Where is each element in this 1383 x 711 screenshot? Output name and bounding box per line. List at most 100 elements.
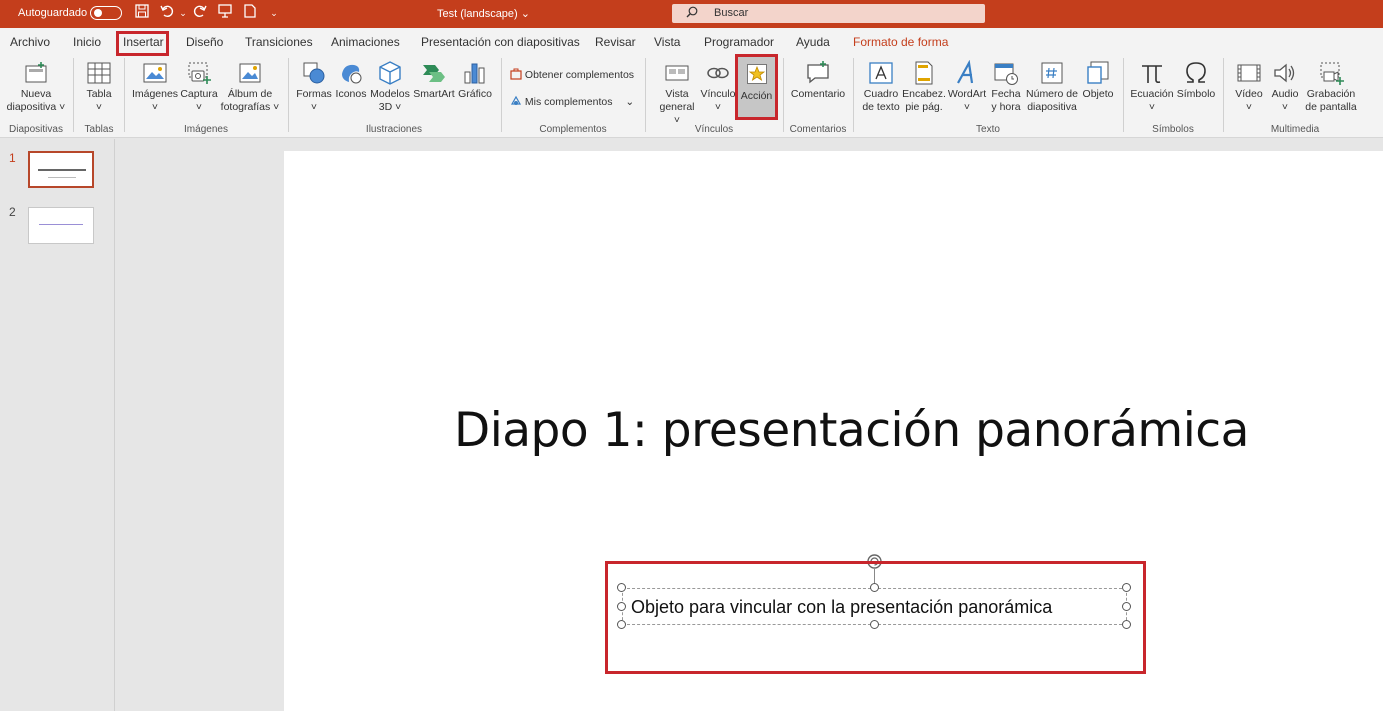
comment-button[interactable]: Comentario [789, 60, 847, 101]
new-slide-button[interactable]: Nueva diapositiva ˅ [5, 60, 67, 114]
tab-programador[interactable]: Programador [704, 35, 774, 49]
search-box[interactable]: Buscar [672, 4, 985, 23]
omega-icon [1186, 62, 1206, 83]
ribbon-separator [783, 58, 784, 132]
powerpoint-window: Autoguardado ⌄ ⌄ Test (landscape) ⌄ Busc… [0, 0, 1383, 711]
group-label-complementos: Complementos [539, 124, 607, 135]
tab-archivo[interactable]: Archivo [10, 35, 50, 49]
tab-revisar[interactable]: Revisar [595, 35, 636, 49]
zoom-overview-button[interactable]: Vista general ˅ [655, 60, 699, 127]
presentation-start-icon[interactable] [216, 4, 234, 22]
header-footer-button[interactable]: Encabez. pie pág. [902, 60, 946, 114]
screen-recording-button[interactable]: Grabación de pantalla [1302, 60, 1360, 114]
overview-icon [665, 65, 689, 81]
slide-thumbnail-pane: 1 2 [0, 139, 115, 711]
link-icon [707, 67, 729, 79]
title-bar: Autoguardado ⌄ ⌄ Test (landscape) ⌄ Busc… [0, 0, 1383, 28]
addins-icon [510, 95, 522, 105]
slide-number-button[interactable]: Número de diapositiva [1024, 60, 1080, 114]
shapes-button[interactable]: Formas ˅ [295, 60, 333, 114]
tab-ayuda[interactable]: Ayuda [796, 35, 830, 49]
video-button[interactable]: Vídeo ˅ [1230, 60, 1268, 114]
autosave-label: Autoguardado [18, 7, 88, 19]
group-label-diapositivas: Diapositivas [9, 124, 63, 135]
chart-button[interactable]: Gráfico [456, 60, 494, 101]
tab-formato-de-forma[interactable]: Formato de forma [853, 35, 948, 49]
photo-album-button[interactable]: Álbum de fotografías ˅ [219, 60, 281, 114]
get-addins-button[interactable]: Obtener complementos [510, 68, 634, 81]
wordart-button[interactable]: WordArt ˅ [946, 60, 988, 114]
calendar-icon [994, 63, 1018, 85]
header-footer-icon [915, 61, 933, 85]
icons-button[interactable]: Iconos [334, 60, 368, 101]
group-label-vinculos: Vínculos [694, 124, 734, 135]
new-file-icon[interactable] [241, 4, 259, 22]
undo-dropdown-icon[interactable]: ⌄ [174, 4, 192, 22]
camera-icon [188, 62, 211, 84]
object-icon [1087, 61, 1109, 84]
slide-thumbnail-2[interactable] [28, 207, 94, 244]
group-label-ilustraciones: Ilustraciones [365, 124, 423, 135]
search-placeholder: Buscar [714, 7, 749, 19]
smartart-button[interactable]: SmartArt [412, 60, 456, 101]
group-label-simbolos: Símbolos [1152, 124, 1194, 135]
thumbnail-number: 1 [9, 151, 16, 165]
ribbon-separator [1223, 58, 1224, 132]
action-button[interactable]: Acción [735, 54, 778, 120]
date-time-button[interactable]: Fecha y hora [988, 60, 1024, 114]
ribbon-separator [288, 58, 289, 132]
link-button[interactable]: Vínculo ˅ [699, 60, 737, 114]
chart-icon [464, 63, 485, 84]
table-button[interactable]: Tabla ˅ [80, 60, 118, 114]
tab-transiciones[interactable]: Transiciones [245, 35, 313, 49]
speaker-icon [1274, 63, 1295, 83]
group-label-multimedia: Multimedia [1270, 124, 1320, 135]
table-icon [87, 62, 111, 84]
tab-vista[interactable]: Vista [654, 35, 680, 49]
store-icon [510, 68, 522, 80]
insertar-tab-highlight [116, 31, 169, 56]
video-icon [1237, 64, 1261, 82]
thumbnail-title-line [38, 169, 86, 171]
text-box-button[interactable]: Cuadro de texto [860, 60, 902, 114]
3d-models-button[interactable]: Modelos 3D ˅ [368, 60, 412, 114]
shapes-icon [303, 62, 325, 84]
comment-icon [807, 61, 829, 84]
equation-button[interactable]: Ecuación ˅ [1129, 60, 1175, 114]
symbol-button[interactable]: Símbolo [1175, 60, 1217, 101]
object-button[interactable]: Objeto [1080, 60, 1116, 101]
images-button[interactable]: Imágenes ˅ [131, 60, 179, 114]
customize-toolbar-icon[interactable]: ⌄ [265, 4, 283, 22]
group-label-tablas: Tablas [84, 124, 114, 135]
slide-number-icon [1041, 62, 1063, 84]
ribbon-separator [853, 58, 854, 132]
ribbon-separator [124, 58, 125, 132]
autosave-toggle[interactable] [90, 6, 122, 20]
save-icon[interactable] [133, 4, 151, 22]
tab-inicio[interactable]: Inicio [73, 35, 101, 49]
tab-animaciones[interactable]: Animaciones [331, 35, 400, 49]
group-label-comentarios: Comentarios [789, 124, 847, 135]
ribbon-separator [1123, 58, 1124, 132]
ribbon-tabs: Archivo Inicio Insertar Diseño Transicio… [0, 28, 1383, 54]
slide-title[interactable]: Diapo 1: presentación panorámica [454, 403, 1249, 458]
thumbnail-title-line [39, 224, 83, 225]
thumbnail-subtitle-line [48, 177, 76, 178]
action-button-label: Acción [740, 90, 773, 102]
new-slide-icon [25, 62, 47, 83]
document-title[interactable]: Test (landscape) ⌄ [437, 7, 530, 20]
my-addins-button[interactable]: Mis complementos ⌄ [510, 95, 634, 108]
screenshot-button[interactable]: Captura ˅ [179, 60, 219, 114]
photo-album-icon [239, 63, 261, 83]
slide-thumbnail-1[interactable] [28, 151, 94, 188]
audio-button[interactable]: Audio ˅ [1268, 60, 1302, 114]
icons-icon [342, 64, 362, 84]
tab-presentacion[interactable]: Presentación con diapositivas [421, 35, 580, 49]
object-highlight [605, 561, 1146, 674]
slide-canvas[interactable]: Diapo 1: presentación panorámica Objeto … [284, 151, 1383, 711]
wordart-icon [957, 60, 974, 84]
tab-diseno[interactable]: Diseño [186, 35, 223, 49]
star-icon [747, 64, 767, 84]
redo-icon[interactable] [191, 4, 209, 22]
pi-icon [1142, 65, 1162, 84]
